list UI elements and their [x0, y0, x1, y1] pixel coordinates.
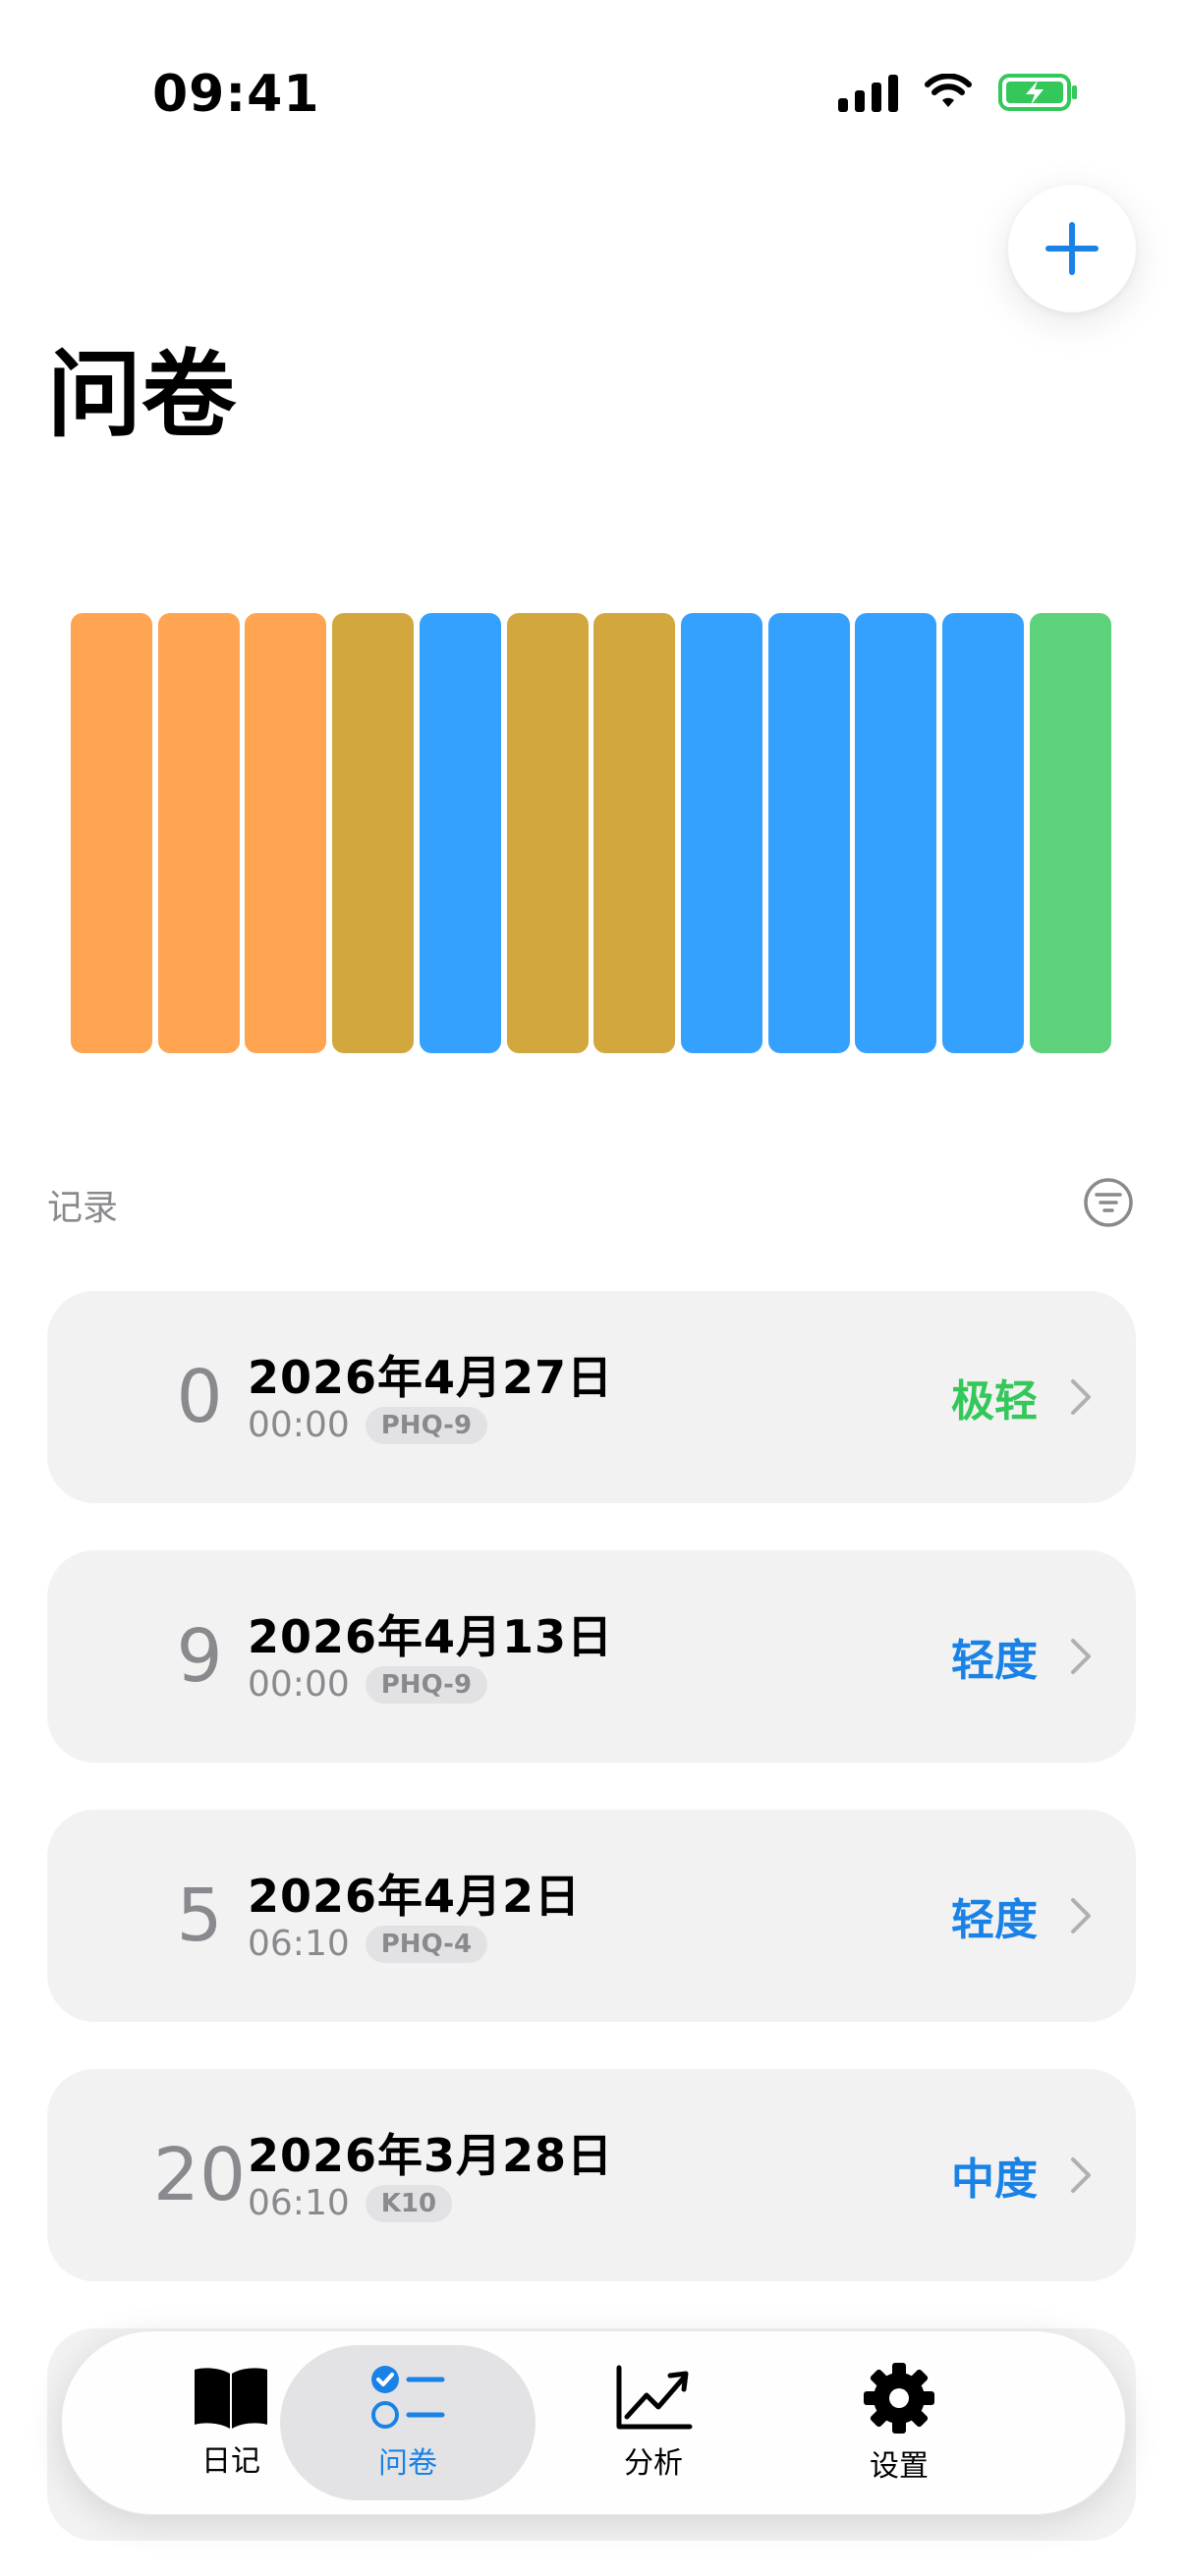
- tab-settings[interactable]: 设置: [771, 2345, 1027, 2500]
- tab-label: 问卷: [378, 2446, 437, 2481]
- book-icon: [195, 2368, 267, 2429]
- add-questionnaire-button[interactable]: [1008, 185, 1136, 312]
- score-bar: [71, 613, 152, 1053]
- status-bar: 09:41: [0, 0, 1185, 187]
- record-date: 2026年4月27日: [248, 1351, 614, 1404]
- tab-label: 日记: [201, 2444, 260, 2479]
- cellular-signal-icon: [838, 73, 898, 112]
- record-time: 06:10: [248, 1924, 350, 1964]
- record-card[interactable]: 9 2026年4月13日 00:00 PHQ-9 轻度: [47, 1550, 1136, 1763]
- score-bar: [245, 613, 326, 1053]
- questionnaire-type-badge: PHQ-9: [365, 1406, 488, 1444]
- record-meta: 06:10 PHQ-4: [248, 1924, 488, 1964]
- chevron-right-icon: [1071, 1898, 1091, 1933]
- wifi-icon: [925, 74, 972, 107]
- record-card[interactable]: 20 2026年3月28日 06:10 K10 中度: [47, 2069, 1136, 2281]
- tab-analysis[interactable]: 分析: [526, 2345, 781, 2500]
- tab-bar: 日记 问卷 分析 设置: [61, 2330, 1126, 2515]
- severity-level: 轻度: [951, 1895, 1038, 1945]
- record-time: 06:10: [248, 2183, 350, 2223]
- score-bar: [593, 613, 675, 1053]
- record-time: 00:00: [248, 1405, 350, 1445]
- record-date: 2026年4月13日: [248, 1610, 614, 1663]
- gear-icon: [864, 2363, 934, 2434]
- questionnaire-type-badge: K10: [365, 2184, 453, 2222]
- score-bar: [158, 613, 240, 1053]
- severity-level: 中度: [951, 2155, 1038, 2205]
- score-bar: [507, 613, 589, 1053]
- record-date: 2026年3月28日: [248, 2129, 614, 2182]
- checklist-icon: [371, 2366, 445, 2429]
- score-bar: [681, 613, 762, 1053]
- record-date: 2026年4月2日: [248, 1870, 582, 1923]
- questionnaire-type-badge: PHQ-4: [365, 1925, 488, 1963]
- record-meta: 00:00 PHQ-9: [248, 1664, 488, 1705]
- chevron-right-icon: [1071, 1379, 1091, 1415]
- chevron-right-icon: [1071, 2157, 1091, 2193]
- tab-questionnaire[interactable]: 问卷: [280, 2345, 536, 2500]
- severity-level: 轻度: [951, 1636, 1038, 1686]
- record-card[interactable]: 0 2026年4月27日 00:00 PHQ-9 极轻: [47, 1291, 1136, 1503]
- page-title: 问卷: [47, 340, 236, 450]
- filter-icon: [1084, 1178, 1133, 1227]
- status-icons: [838, 73, 1079, 112]
- questionnaire-type-badge: PHQ-9: [365, 1665, 488, 1704]
- record-meta: 00:00 PHQ-9: [248, 1405, 488, 1445]
- record-card[interactable]: 5 2026年4月2日 06:10 PHQ-4 轻度: [47, 1810, 1136, 2022]
- records-section-label: 记录: [47, 1188, 119, 1228]
- plus-icon: [1045, 222, 1099, 275]
- tab-label: 设置: [870, 2449, 929, 2484]
- filter-button[interactable]: [1083, 1177, 1134, 1228]
- battery-charging-icon: [998, 74, 1077, 111]
- score-bar: [942, 613, 1024, 1053]
- record-meta: 06:10 K10: [248, 2183, 453, 2223]
- score-bar: [1030, 613, 1111, 1053]
- severity-level: 极轻: [951, 1376, 1038, 1427]
- score-bar: [332, 613, 414, 1053]
- chevron-right-icon: [1071, 1639, 1091, 1674]
- score-bar: [420, 613, 501, 1053]
- chart-icon: [616, 2365, 693, 2430]
- score-bar: [855, 613, 936, 1053]
- record-time: 00:00: [248, 1664, 350, 1705]
- status-time: 09:41: [152, 65, 320, 124]
- tab-label: 分析: [624, 2446, 683, 2481]
- score-bar: [768, 613, 850, 1053]
- score-history-strip: [71, 613, 1114, 1053]
